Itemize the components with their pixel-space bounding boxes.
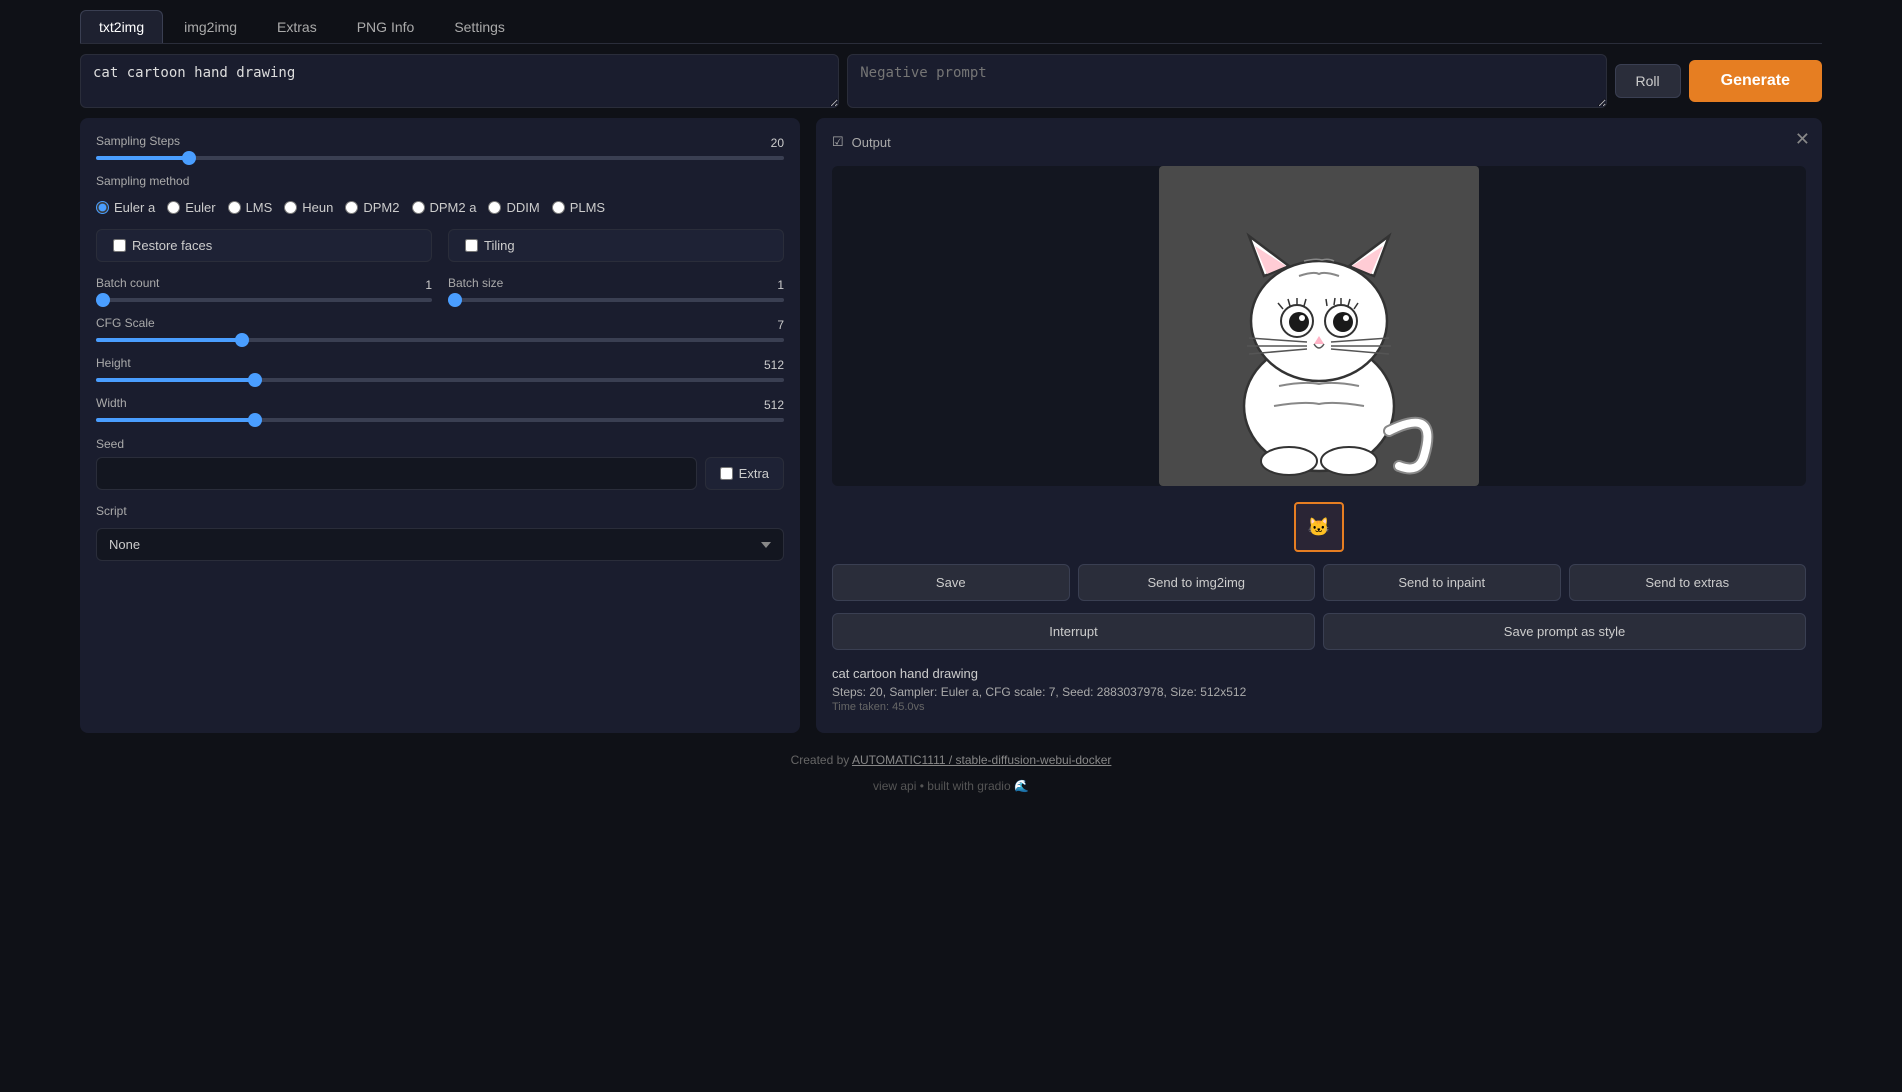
roll-button[interactable]: Roll [1615,64,1681,98]
height-label: Height [96,356,131,370]
radio-euler[interactable]: Euler [167,200,215,215]
batch-count-slider[interactable] [96,298,432,302]
width-slider[interactable] [96,418,784,422]
cfg-scale-value: 7 [777,318,784,332]
left-panel: Sampling Steps 20 Sampling method Euler … [80,118,800,733]
tab-settings[interactable]: Settings [435,10,524,43]
tiling-checkbox[interactable]: Tiling [448,229,784,262]
batch-size-section: Batch size 1 [448,276,784,302]
sampling-steps-value: 20 [771,136,784,150]
positive-prompt-input[interactable]: cat cartoon hand drawing [80,54,839,108]
sampling-method-section: Sampling method Euler a Euler LMS [96,174,784,215]
restore-faces-checkbox[interactable]: Restore faces [96,229,432,262]
footer-link[interactable]: AUTOMATIC1111 / stable-diffusion-webui-d… [852,753,1111,767]
send-extras-button[interactable]: Send to extras [1569,564,1807,601]
tab-extras[interactable]: Extras [258,10,336,43]
action-buttons-row1: Save Send to img2img Send to inpaint Sen… [832,564,1806,601]
tab-txt2img[interactable]: txt2img [80,10,163,43]
send-inpaint-button[interactable]: Send to inpaint [1323,564,1561,601]
radio-ddim[interactable]: DDIM [488,200,539,215]
main-content: Sampling Steps 20 Sampling method Euler … [80,118,1822,733]
sampling-method-label: Sampling method [96,174,784,188]
width-value: 512 [764,398,784,412]
action-buttons-row2: Interrupt Save prompt as style [832,613,1806,650]
sampling-steps-label: Sampling Steps [96,134,180,148]
seed-section: Seed -1 Extra [96,436,784,490]
script-section: Script None [96,504,784,561]
tab-png-info[interactable]: PNG Info [338,10,434,43]
radio-heun[interactable]: Heun [284,200,333,215]
output-time: Time taken: 45.0vs [832,701,1806,713]
send-img2img-button[interactable]: Send to img2img [1078,564,1316,601]
radio-lms[interactable]: LMS [228,200,273,215]
output-prompt-text: cat cartoon hand drawing [832,666,1806,681]
radio-euler-a[interactable]: Euler a [96,200,155,215]
bottom-footer: view api • built with gradio 🌊 [80,779,1822,793]
cfg-scale-section: CFG Scale 7 [96,316,784,342]
output-info: cat cartoon hand drawing Steps: 20, Samp… [832,662,1806,717]
batch-count-value: 1 [425,278,432,292]
output-params: Steps: 20, Sampler: Euler a, CFG scale: … [832,685,1806,699]
height-value: 512 [764,358,784,372]
extra-checkbox[interactable]: Extra [705,457,784,490]
script-label: Script [96,504,784,518]
output-header: ☑ Output ✕ [832,134,1806,150]
width-section: Width 512 [96,396,784,422]
interrupt-button[interactable]: Interrupt [832,613,1315,650]
batch-size-value: 1 [777,278,784,292]
tab-bar: txt2img img2img Extras PNG Info Settings [80,10,1822,44]
width-label: Width [96,396,127,410]
prompt-row: cat cartoon hand drawing Roll Generate [80,54,1822,108]
save-button[interactable]: Save [832,564,1070,601]
radio-plms[interactable]: PLMS [552,200,605,215]
footer: Created by AUTOMATIC1111 / stable-diffus… [80,753,1822,767]
output-image [1159,166,1479,486]
height-section: Height 512 [96,356,784,382]
tab-img2img[interactable]: img2img [165,10,256,43]
batch-count-label: Batch count [96,276,159,290]
seed-label: Seed [96,437,124,451]
close-output-button[interactable]: ✕ [1795,130,1810,148]
height-slider[interactable] [96,378,784,382]
batch-row: Batch count 1 Batch size 1 [96,276,784,302]
generate-button[interactable]: Generate [1689,60,1822,102]
script-select[interactable]: None [96,528,784,561]
thumbnail-row: 🐱 [832,502,1806,552]
radio-dpm2[interactable]: DPM2 [345,200,399,215]
batch-size-slider[interactable] [448,298,784,302]
sampling-steps-section: Sampling Steps 20 [96,134,784,160]
batch-size-label: Batch size [448,276,503,290]
batch-count-section: Batch count 1 [96,276,432,302]
output-panel: ☑ Output ✕ [816,118,1822,733]
seed-input[interactable]: -1 [96,457,697,490]
cfg-scale-label: CFG Scale [96,316,155,330]
output-image-container [832,166,1806,486]
cfg-scale-slider[interactable] [96,338,784,342]
output-title: Output [852,135,891,150]
negative-prompt-input[interactable] [847,54,1606,108]
sampling-steps-slider[interactable] [96,156,784,160]
sampling-method-radio-group: Euler a Euler LMS Heun [96,200,784,215]
options-row: Restore faces Tiling [96,229,784,262]
save-style-button[interactable]: Save prompt as style [1323,613,1806,650]
radio-dpm2-a[interactable]: DPM2 a [412,200,477,215]
image-thumbnail[interactable]: 🐱 [1294,502,1344,552]
